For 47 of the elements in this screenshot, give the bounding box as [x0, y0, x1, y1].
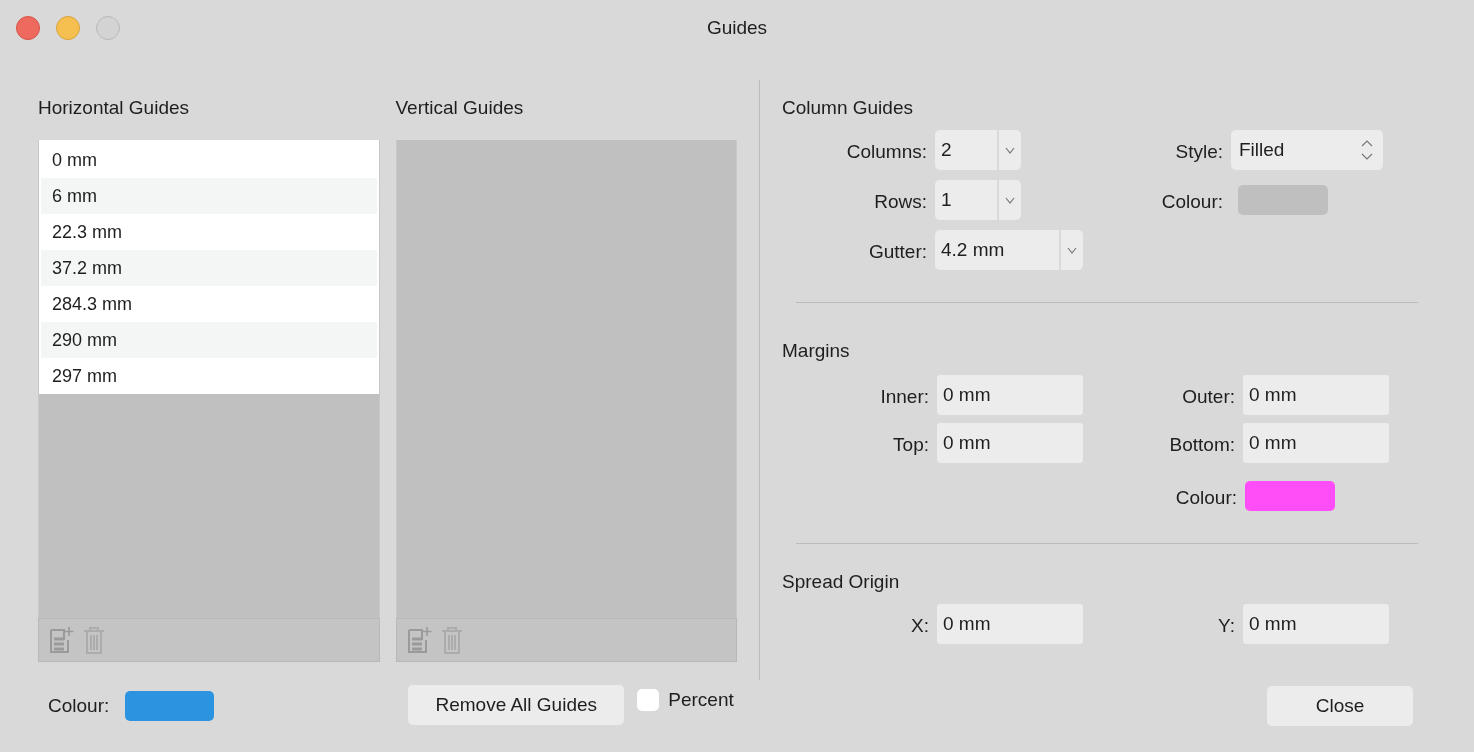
rows-combo-box[interactable]: 1	[935, 180, 1021, 220]
columns-combo-box[interactable]: 2	[935, 130, 1021, 170]
chevron-down-icon[interactable]	[1067, 246, 1077, 254]
field-label: Bottom:	[1168, 432, 1236, 457]
field-label: Inner:	[879, 384, 930, 409]
close-window-button[interactable]	[16, 16, 40, 40]
text-field[interactable]: 0 mm	[937, 375, 1083, 415]
colour-swatch[interactable]	[125, 691, 215, 721]
remove-all-guides-button[interactable]: Remove All Guides	[408, 685, 625, 725]
list-heading: Horizontal Guides	[38, 96, 191, 120]
text-field[interactable]: 0 mm	[1243, 375, 1389, 415]
list-heading: Vertical Guides	[395, 96, 525, 120]
field-label: Colour:	[1160, 189, 1224, 214]
section-heading: Column Guides	[782, 96, 914, 120]
colour-swatch[interactable]	[1238, 185, 1328, 215]
text-field[interactable]: 0 mm	[937, 604, 1083, 644]
field-label: Top:	[892, 432, 930, 457]
close-button[interactable]: Close	[1267, 686, 1413, 726]
chevron-down-icon[interactable]	[1005, 196, 1015, 204]
field-label: Outer:	[1181, 384, 1236, 409]
field-label: Rows:	[873, 189, 928, 214]
text-field[interactable]: 0 mm	[937, 423, 1083, 463]
window-title: Guides	[706, 16, 768, 41]
field-label: Y:	[1217, 613, 1236, 638]
text-field[interactable]: 0 mm	[1243, 423, 1389, 463]
field-label: Columns:	[845, 139, 928, 164]
text-field[interactable]: 0 mm	[1243, 604, 1389, 644]
section-heading: Margins	[782, 339, 851, 363]
list-row[interactable]: 290 mm	[41, 322, 377, 358]
colour-label: Colour:	[48, 693, 110, 718]
up-down-chevron-icon	[1361, 139, 1373, 161]
gutter-combo-box[interactable]: 4.2 mm	[935, 230, 1083, 270]
section-heading: Spread Origin	[782, 570, 901, 594]
list-row[interactable]: 37.2 mm	[41, 250, 377, 286]
chevron-down-icon[interactable]	[1005, 146, 1015, 154]
field-label: Colour:	[1174, 485, 1238, 510]
add-document-icon[interactable]	[47, 625, 75, 655]
percent-label: Percent	[668, 687, 734, 712]
colour-swatch[interactable]	[1245, 481, 1335, 511]
field-label: Style:	[1174, 139, 1224, 164]
style-select[interactable]: Filled	[1231, 130, 1383, 170]
percent-checkbox[interactable]	[637, 689, 660, 711]
trash-icon[interactable]	[81, 624, 107, 656]
field-label: Gutter:	[867, 239, 928, 264]
list-row[interactable]: 6 mm	[41, 178, 377, 214]
field-label: X:	[910, 613, 930, 638]
minimize-window-button[interactable]	[56, 16, 80, 40]
